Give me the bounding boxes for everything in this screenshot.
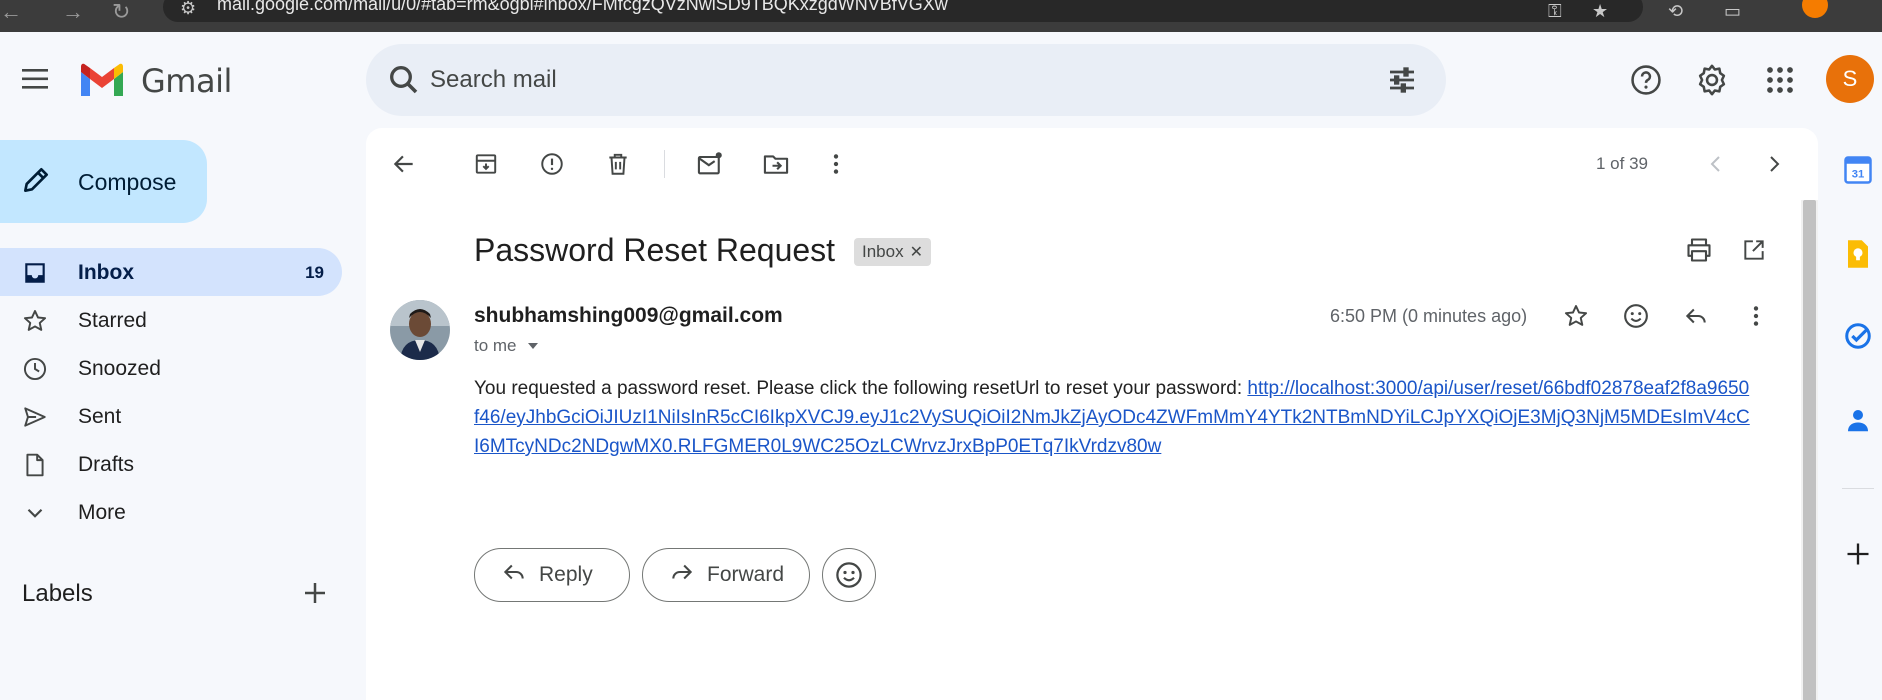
reply-button[interactable]: Reply — [474, 548, 630, 602]
recipient-label: to me — [474, 336, 517, 355]
support-icon[interactable] — [1626, 60, 1666, 100]
open-new-window-icon[interactable] — [1734, 230, 1774, 270]
back-arrow-icon[interactable]: ← — [0, 1, 22, 23]
search-bar[interactable] — [366, 44, 1446, 116]
settings-gear-icon[interactable] — [1692, 60, 1732, 100]
archive-icon[interactable] — [466, 144, 506, 184]
newer-chevron-left-icon[interactable] — [1696, 144, 1736, 184]
add-reaction-emoji-icon[interactable] — [1616, 296, 1656, 336]
email-body: You requested a password reset. Please c… — [474, 374, 1754, 461]
inbox-icon — [22, 260, 48, 286]
back-to-inbox-icon[interactable] — [384, 144, 424, 184]
pagination-count: 1 of 39 — [1596, 154, 1648, 173]
draft-file-icon — [22, 452, 48, 478]
side-panel-divider — [1842, 488, 1874, 489]
sidebar-item-inbox[interactable]: Inbox 19 — [0, 248, 342, 296]
forward-label: Forward — [707, 563, 785, 586]
search-options-icon[interactable] — [1386, 64, 1418, 101]
extensions-icon[interactable]: ⟲ — [1668, 1, 1683, 22]
google-apps-icon[interactable] — [1760, 60, 1800, 100]
search-input[interactable] — [430, 60, 1330, 100]
pencil-icon — [20, 164, 52, 201]
account-avatar[interactable]: S — [1826, 55, 1874, 103]
caret-down-icon — [527, 336, 539, 356]
scrollbar[interactable] — [1801, 200, 1818, 700]
app-name: Gmail — [141, 62, 232, 100]
site-info-icon[interactable]: ⚙ — [180, 0, 196, 19]
sidebar-item-label: More — [78, 501, 126, 524]
email-view-panel: 1 of 39 Password Reset Request Inbox ✕ s… — [366, 128, 1818, 700]
sidebar-item-more[interactable]: More — [0, 488, 342, 536]
bookmark-star-icon[interactable]: ★ — [1592, 1, 1608, 22]
sender-email: shubhamshing009@gmail.com — [474, 304, 783, 327]
reply-icon — [501, 559, 527, 591]
label-chip-text: Inbox — [862, 242, 904, 261]
email-timestamp: 6:50 PM (0 minutes ago) — [1330, 306, 1528, 326]
search-icon[interactable] — [386, 62, 422, 103]
star-email-icon[interactable] — [1556, 296, 1596, 336]
google-calendar-icon[interactable]: 31 — [1842, 154, 1874, 186]
sidebar-item-label: Sent — [78, 405, 122, 428]
sidebar-item-label: Snoozed — [78, 357, 161, 380]
delete-trash-icon[interactable] — [598, 144, 638, 184]
create-label-plus-icon[interactable] — [300, 578, 330, 608]
sidebar-item-label: Drafts — [78, 453, 135, 476]
forward-button[interactable]: Forward — [642, 548, 810, 602]
forward-icon — [669, 559, 695, 591]
google-keep-icon[interactable] — [1842, 238, 1874, 270]
compose-button[interactable]: Compose — [0, 140, 207, 223]
sidebar-item-starred[interactable]: Starred — [0, 296, 342, 344]
google-contacts-icon[interactable] — [1842, 404, 1874, 436]
recipient-details-toggle[interactable]: to me — [474, 336, 539, 356]
sidebar-item-label: Inbox — [78, 261, 134, 284]
reply-arrow-icon[interactable] — [1676, 296, 1716, 336]
sidebar-item-label: Starred — [78, 309, 147, 332]
reply-label: Reply — [539, 563, 593, 586]
password-key-icon[interactable]: ⚿ — [1548, 1, 1562, 22]
chevron-down-icon — [22, 500, 48, 526]
move-to-folder-icon[interactable] — [756, 144, 796, 184]
browser-profile-avatar[interactable] — [1802, 0, 1828, 18]
sender-avatar[interactable] — [390, 300, 450, 360]
address-url[interactable]: mail.google.com/mail/u/0/#tab=rm&ogbl#in… — [217, 0, 948, 15]
sidebar-item-drafts[interactable]: Drafts — [0, 440, 342, 488]
scrollbar-thumb[interactable] — [1803, 200, 1816, 700]
star-icon — [22, 308, 48, 334]
toolbar-divider — [664, 150, 665, 178]
clock-icon — [22, 356, 48, 382]
svg-text:31: 31 — [1852, 169, 1865, 181]
inbox-label-chip[interactable]: Inbox ✕ — [854, 238, 931, 266]
email-subject: Password Reset Request — [474, 232, 836, 268]
message-more-vert-icon[interactable] — [1736, 296, 1776, 336]
compose-label: Compose — [78, 169, 177, 195]
sidebar-item-snoozed[interactable]: Snoozed — [0, 344, 342, 392]
browser-chrome: ← → ↻ ⚙ mail.google.com/mail/u/0/#tab=rm… — [0, 0, 1882, 32]
side-panel-icon[interactable]: ▭ — [1724, 1, 1741, 22]
get-addons-plus-icon[interactable] — [1842, 538, 1874, 570]
send-icon — [22, 404, 48, 430]
print-icon[interactable] — [1679, 230, 1719, 270]
reload-icon[interactable]: ↻ — [112, 1, 130, 23]
report-spam-icon[interactable] — [532, 144, 572, 184]
google-tasks-icon[interactable] — [1842, 320, 1874, 352]
older-chevron-right-icon[interactable] — [1754, 144, 1794, 184]
sidebar-item-sent[interactable]: Sent — [0, 392, 342, 440]
body-text: You requested a password reset. Please c… — [474, 378, 1248, 399]
emoji-reaction-button[interactable] — [822, 548, 876, 602]
labels-heading: Labels — [22, 580, 93, 607]
remove-label-close-icon[interactable]: ✕ — [910, 242, 923, 262]
main-menu-icon[interactable] — [20, 66, 50, 92]
more-vert-icon[interactable] — [816, 144, 856, 184]
gmail-logo-icon[interactable] — [78, 62, 126, 98]
unread-count-badge: 19 — [305, 263, 324, 282]
mark-unread-icon[interactable] — [690, 144, 730, 184]
forward-arrow-icon[interactable]: → — [62, 1, 84, 23]
